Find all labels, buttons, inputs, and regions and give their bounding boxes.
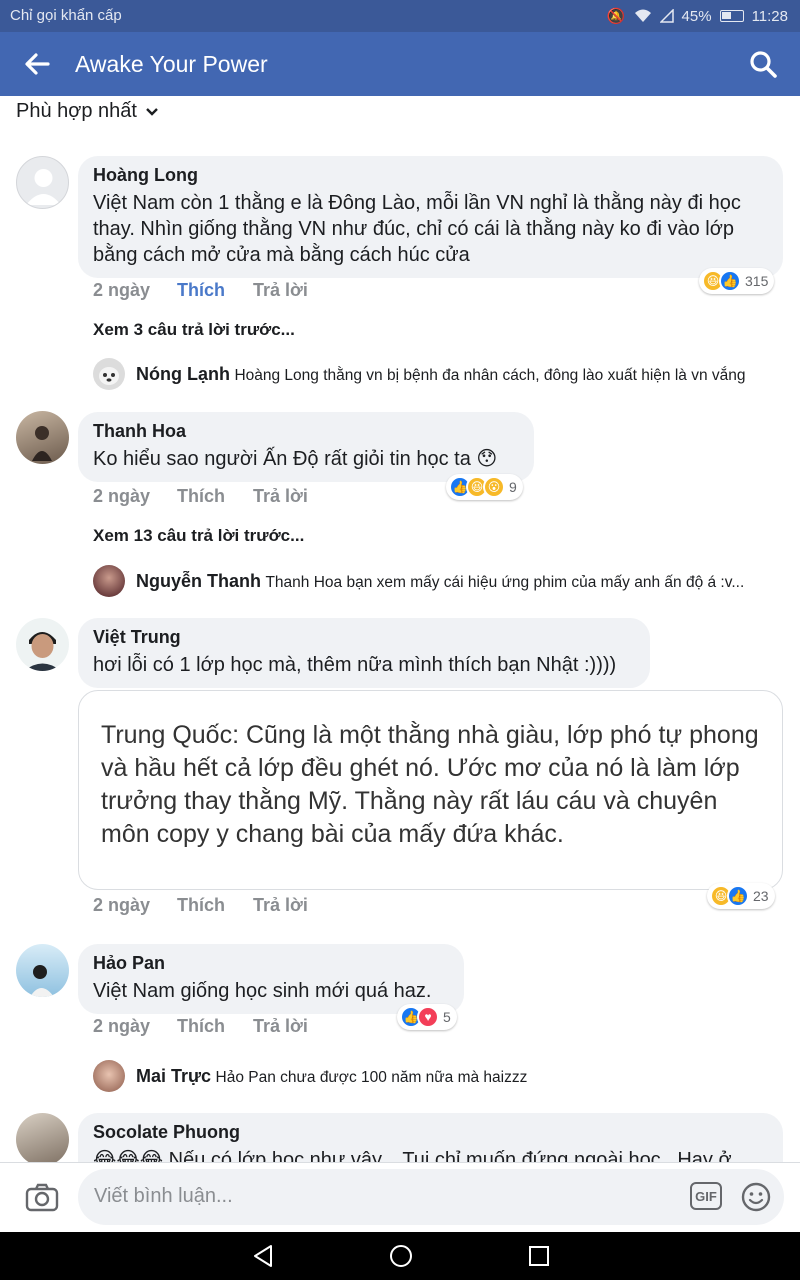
reply-button[interactable]: Trả lời [253,280,308,301]
avatar[interactable] [93,1060,125,1092]
view-previous-replies[interactable]: Xem 3 câu trả lời trước... [93,320,295,340]
reply-preview[interactable]: Nóng Lạnh Hoàng Long thằng vn bị bệnh đa… [93,358,793,390]
reply-preview[interactable]: Mai Trực Hảo Pan chưa được 100 năm nữa m… [93,1060,793,1092]
reply-line: Nguyễn Thanh Thanh Hoa bạn xem mấy cái h… [136,571,786,592]
comment-time: 2 ngày [93,1016,151,1036]
arrow-left-icon[interactable] [22,49,52,79]
system-navigation-bar [0,1232,800,1280]
wifi-icon [634,9,651,22]
reaction-count: 5 [443,1009,451,1025]
avatar[interactable] [16,618,69,671]
mute-icon: 🔕 [606,8,626,25]
comment-author[interactable]: Socolate Phuong [93,1122,768,1143]
emoji-icon[interactable] [740,1181,772,1213]
comment-image[interactable]: Trung Quốc: Cũng là một thằng nhà giàu, … [78,690,783,890]
avatar[interactable] [16,411,69,464]
reply-preview[interactable]: Nguyễn Thanh Thanh Hoa bạn xem mấy cái h… [93,565,793,597]
avatar[interactable] [93,565,125,597]
reply-author[interactable]: Mai Trực [136,1066,211,1086]
comment-bubble: Việt Trung hơi lỗi có 1 lớp học mà, thêm… [78,618,650,688]
avatar[interactable] [16,1113,69,1166]
clock: 11:28 [751,7,788,25]
page-title: Awake Your Power [75,51,268,77]
reaction-count: 23 [753,888,769,904]
comment-text: Việt Nam giống học sinh mới quá haz. [93,980,432,1002]
status-bar: Chỉ gọi khẩn cấp 🔕 45% 11:28 [0,0,800,32]
camera-icon[interactable] [25,1182,59,1212]
gif-button[interactable]: GIF [690,1182,722,1210]
comment-bubble: Hoàng Long Việt Nam còn 1 thằng e là Đôn… [78,156,783,278]
comment-author[interactable]: Hảo Pan [93,953,449,974]
sort-label: Phù hợp nhất [16,100,137,122]
status-icons: 🔕 45% 11:28 [606,7,788,26]
comment-author[interactable]: Thanh Hoa [93,421,519,442]
search-icon[interactable] [748,49,778,79]
back-nav-icon[interactable] [252,1244,274,1268]
reaction-count: 9 [509,479,517,495]
view-previous-replies[interactable]: Xem 13 câu trả lời trước... [93,526,304,546]
reply-author[interactable]: Nóng Lạnh [136,364,230,384]
comment-time: 2 ngày [93,280,151,300]
recents-nav-icon[interactable] [528,1244,550,1268]
reply-text: Thanh Hoa bạn xem mấy cái hiệu ứng phim … [265,574,745,591]
like-button[interactable]: Thích [177,1016,225,1037]
reaction-count: 315 [745,273,769,289]
comment-composer: Viết bình luận... GIF [0,1162,800,1232]
image-text: Trung Quốc: Cũng là một thằng nhà giàu, … [101,721,759,848]
comment-author[interactable]: Hoàng Long [93,165,768,186]
comment-time: 2 ngày [93,486,151,506]
comment-placeholder: Viết bình luận... [94,1185,233,1207]
comment-text: hơi lỗi có 1 lớp học mà, thêm nữa mình t… [93,654,617,676]
avatar[interactable] [93,358,125,390]
avatar[interactable] [16,944,69,997]
comment-text: Ko hiểu sao người Ấn Độ rất giỏi tin học… [93,448,498,470]
carrier-text: Chỉ gọi khẩn cấp [10,7,122,24]
comment-text: Việt Nam còn 1 thằng e là Đông Lào, mỗi … [93,192,741,266]
avatar[interactable] [16,156,69,209]
signal-icon [659,9,674,23]
reply-author[interactable]: Nguyễn Thanh [136,571,261,591]
like-reaction-icon: 👍 [719,270,741,292]
like-reaction-icon: 👍 [727,885,749,907]
battery-icon [719,10,744,22]
reply-button[interactable]: Trả lời [253,486,308,507]
reply-button[interactable]: Trả lời [253,895,308,916]
comment-input[interactable]: Viết bình luận... GIF [78,1169,784,1225]
reply-text: Hảo Pan chưa được 100 năm nữa mà haizzz [215,1069,528,1086]
chevron-down-icon [146,107,158,116]
app-header: Awake Your Power [0,32,800,96]
reaction-summary[interactable]: 👍 😆 😮 9 [446,474,523,500]
like-button[interactable]: Thích [177,280,225,301]
wow-reaction-icon: 😮 [483,476,505,498]
reaction-summary[interactable]: 😆 👍 23 [707,883,775,909]
reply-line: Nóng Lạnh Hoàng Long thằng vn bị bệnh đa… [136,364,786,385]
like-button[interactable]: Thích [177,895,225,916]
reaction-summary[interactable]: 👍 ♥ 5 [397,1004,457,1030]
battery-percent: 45% [681,7,712,25]
sort-dropdown[interactable]: Phù hợp nhất [16,100,159,123]
love-reaction-icon: ♥ [417,1006,439,1028]
reaction-summary[interactable]: 😆 👍 315 [699,268,775,294]
comment-bubble: Thanh Hoa Ko hiểu sao người Ấn Độ rất gi… [78,412,534,482]
reply-line: Mai Trực Hảo Pan chưa được 100 năm nữa m… [136,1066,786,1087]
like-button[interactable]: Thích [177,486,225,507]
reply-button[interactable]: Trả lời [253,1016,308,1037]
reply-text: Hoàng Long thằng vn bị bệnh đa nhân cách… [234,367,746,384]
comment-author[interactable]: Việt Trung [93,627,635,648]
screen: Chỉ gọi khẩn cấp 🔕 45% 11:28 Awake Your … [0,0,800,1280]
comment-time: 2 ngày [93,895,151,915]
home-nav-icon[interactable] [389,1244,413,1268]
